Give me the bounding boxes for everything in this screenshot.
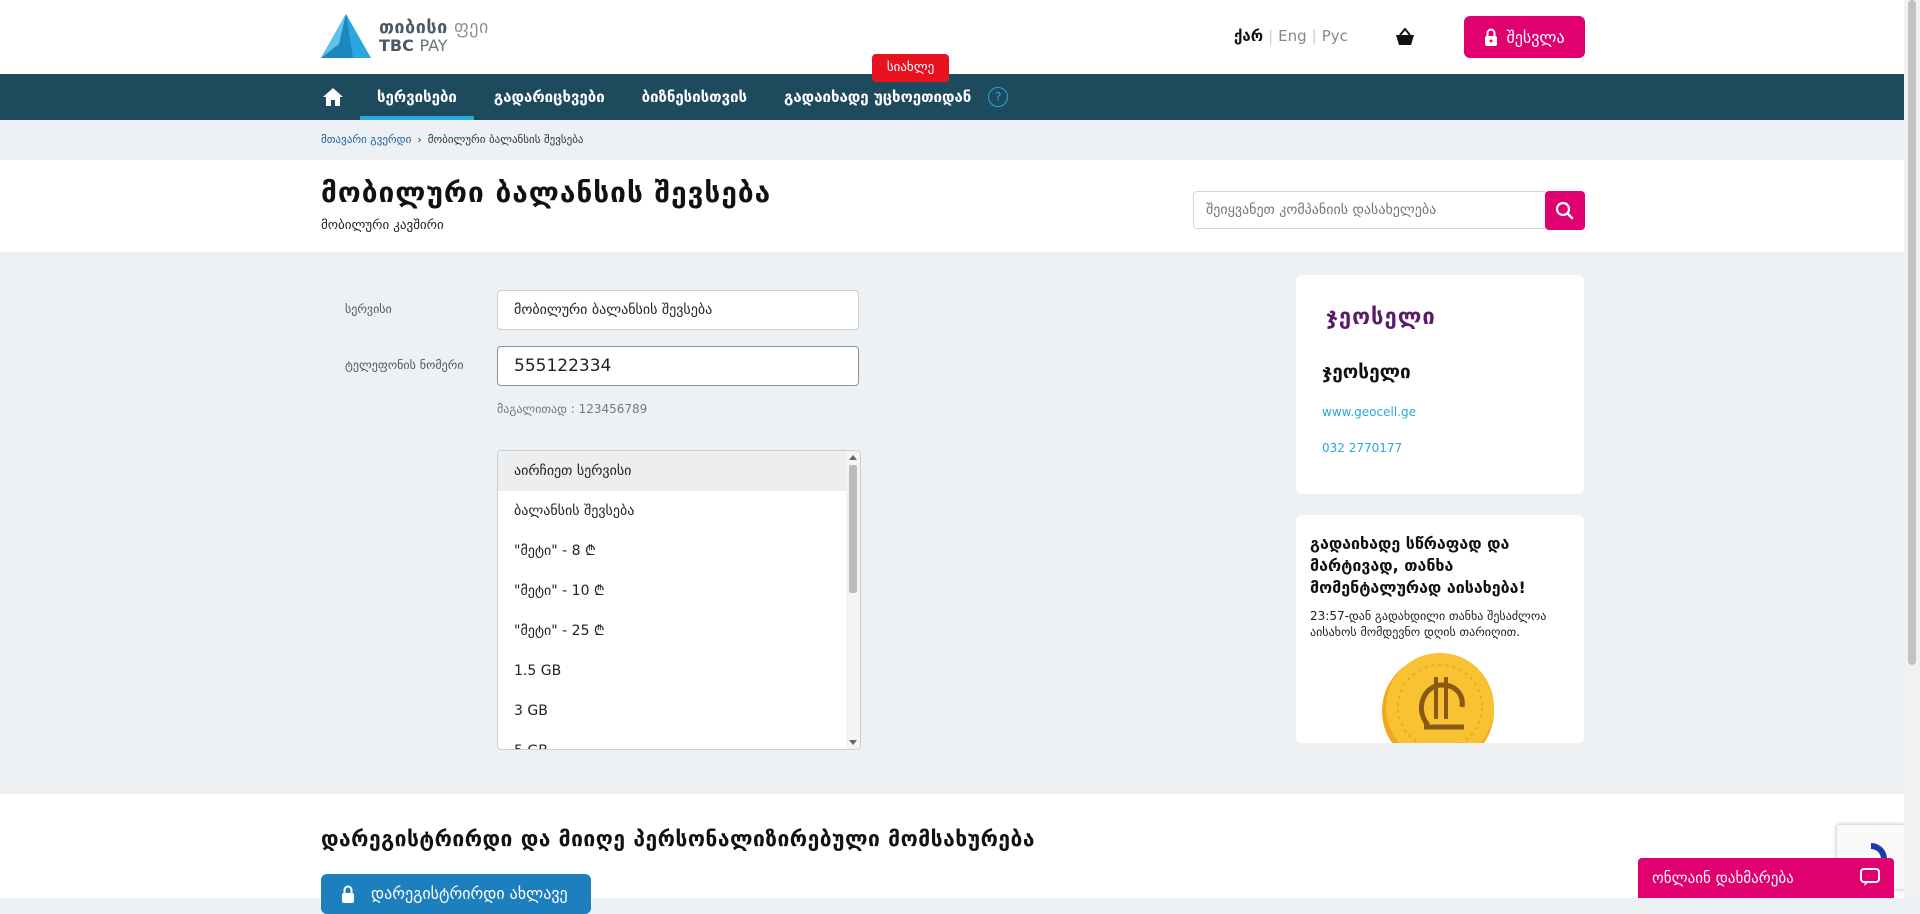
registration-section: დარეგისტრირდი და მიიღე პერსონალიზირებული… xyxy=(0,794,1904,914)
lang-separator: | xyxy=(1311,27,1317,45)
chevron-right-icon: › xyxy=(417,133,422,146)
service-field[interactable]: მობილური ბალანსის შევსება xyxy=(497,290,859,330)
phone-input[interactable]: 555122334 xyxy=(497,346,859,386)
chat-label: ონლაინ დახმარება xyxy=(1652,869,1794,887)
search-button[interactable] xyxy=(1545,191,1585,230)
logo-line2-b: PAY xyxy=(419,36,448,55)
scroll-down-arrow-icon[interactable] xyxy=(849,740,857,745)
option-meti-8[interactable]: "მეტი" - 8 ₾ xyxy=(498,531,860,571)
register-now-button[interactable]: დარეგისტრირდი ახლავე xyxy=(321,874,591,914)
breadcrumb-current: მობილური ბალანსის შევსება xyxy=(427,133,584,146)
company-phone-link[interactable]: 032 2770177 xyxy=(1322,441,1402,455)
nav-item-business[interactable]: ბიზნესისთვის xyxy=(642,74,747,120)
company-card: ჯეოსელი ჯეოსელი www.geocell.ge 032 27701… xyxy=(1296,275,1584,494)
promo-text: 23:57-დან გადახდილი თანხა შესაძლოა აისახ… xyxy=(1310,609,1547,639)
phone-label: ტელეფონის ნომერი xyxy=(345,358,464,372)
top-bar: თიბისი ფეი TBC PAY ქარ | Eng | Рус შესვლა xyxy=(0,0,1904,74)
basket-icon[interactable] xyxy=(1394,27,1416,47)
lock-icon xyxy=(1485,28,1498,46)
chat-bubble-icon xyxy=(1860,868,1880,886)
option-balance-topup[interactable]: ბალანსის შევსება xyxy=(498,491,860,531)
lang-ru[interactable]: Рус xyxy=(1322,27,1348,45)
title-band: მობილური ბალანსის შევსება მობილური კავში… xyxy=(0,160,1904,252)
logo-text: თიბისი ფეი TBC PAY xyxy=(379,19,489,55)
logo-line1-a: თიბისი xyxy=(379,17,448,38)
company-name: ჯეოსელი xyxy=(1322,361,1411,383)
logo-line2-a: TBC xyxy=(379,36,414,55)
logo-triangle-icon xyxy=(321,14,371,58)
lari-coin-icon xyxy=(1382,653,1494,743)
option-meti-25[interactable]: "მეტი" - 25 ₾ xyxy=(498,611,860,651)
company-search-input[interactable] xyxy=(1193,191,1545,229)
new-badge: სიახლე xyxy=(872,54,949,82)
lock-icon xyxy=(342,885,354,903)
option-1-5gb[interactable]: 1.5 GB xyxy=(498,651,860,691)
company-website-link[interactable]: www.geocell.ge xyxy=(1322,405,1416,419)
scroll-up-arrow-icon[interactable] xyxy=(849,455,857,460)
lang-separator: | xyxy=(1268,27,1274,45)
option-5gb[interactable]: 5 GB xyxy=(498,731,860,749)
login-button[interactable]: შესვლა xyxy=(1464,16,1585,58)
nav-item-services[interactable]: სერვისები xyxy=(360,74,474,120)
page-scrollbar[interactable] xyxy=(1904,0,1920,898)
page-scroll-thumb[interactable] xyxy=(1908,0,1916,665)
option-meti-10[interactable]: "მეტი" - 10 ₾ xyxy=(498,571,860,611)
online-help-chat-button[interactable]: ონლაინ დახმარება xyxy=(1638,858,1894,898)
lang-ka[interactable]: ქარ xyxy=(1234,27,1263,45)
page-subtitle: მობილური კავშირი xyxy=(321,218,444,233)
geocell-logo: ჯეოსელი xyxy=(1326,305,1436,330)
nav-item-transfers[interactable]: გადარიცხვები xyxy=(494,74,605,120)
login-label: შესვლა xyxy=(1506,27,1565,47)
breadcrumb: მთავარი გვერდი › მობილური ბალანსის შევსება xyxy=(0,120,1904,160)
service-option-list[interactable]: აირჩიეთ სერვისი ბალანსის შევსება "მეტი" … xyxy=(497,450,861,750)
logo-line1-b: ფეი xyxy=(453,17,489,38)
search-icon xyxy=(1555,201,1574,220)
page-title: მობილური ბალანსის შევსება xyxy=(321,176,772,209)
registration-title: დარეგისტრირდი და მიიღე პერსონალიზირებული… xyxy=(321,827,1035,851)
option-choose-service[interactable]: აირჩიეთ სერვისი xyxy=(498,451,860,491)
help-icon[interactable]: ? xyxy=(988,87,1009,107)
language-switcher: ქარ | Eng | Рус xyxy=(1234,27,1348,45)
list-scrollbar[interactable] xyxy=(846,451,860,749)
tbc-pay-logo[interactable]: თიბისი ფეი TBC PAY xyxy=(321,14,489,60)
lang-en[interactable]: Eng xyxy=(1278,27,1307,45)
service-label: სერვისი xyxy=(345,302,392,316)
register-button-label: დარეგისტრირდი ახლავე xyxy=(371,884,568,903)
phone-hint: მაგალითად : 123456789 xyxy=(497,402,648,416)
list-scroll-thumb[interactable] xyxy=(849,465,857,593)
option-3gb[interactable]: 3 GB xyxy=(498,691,860,731)
breadcrumb-home-link[interactable]: მთავარი გვერდი xyxy=(321,133,411,146)
main-nav: სერვისები გადარიცხვები ბიზნესისთვის გადა… xyxy=(0,74,1904,120)
promo-title: გადაიხადე სწრაფად და მარტივად, თანხა მომ… xyxy=(1310,534,1526,597)
home-icon[interactable] xyxy=(321,85,345,109)
promo-card: გადაიხადე სწრაფად და მარტივად, თანხა მომ… xyxy=(1296,515,1584,743)
